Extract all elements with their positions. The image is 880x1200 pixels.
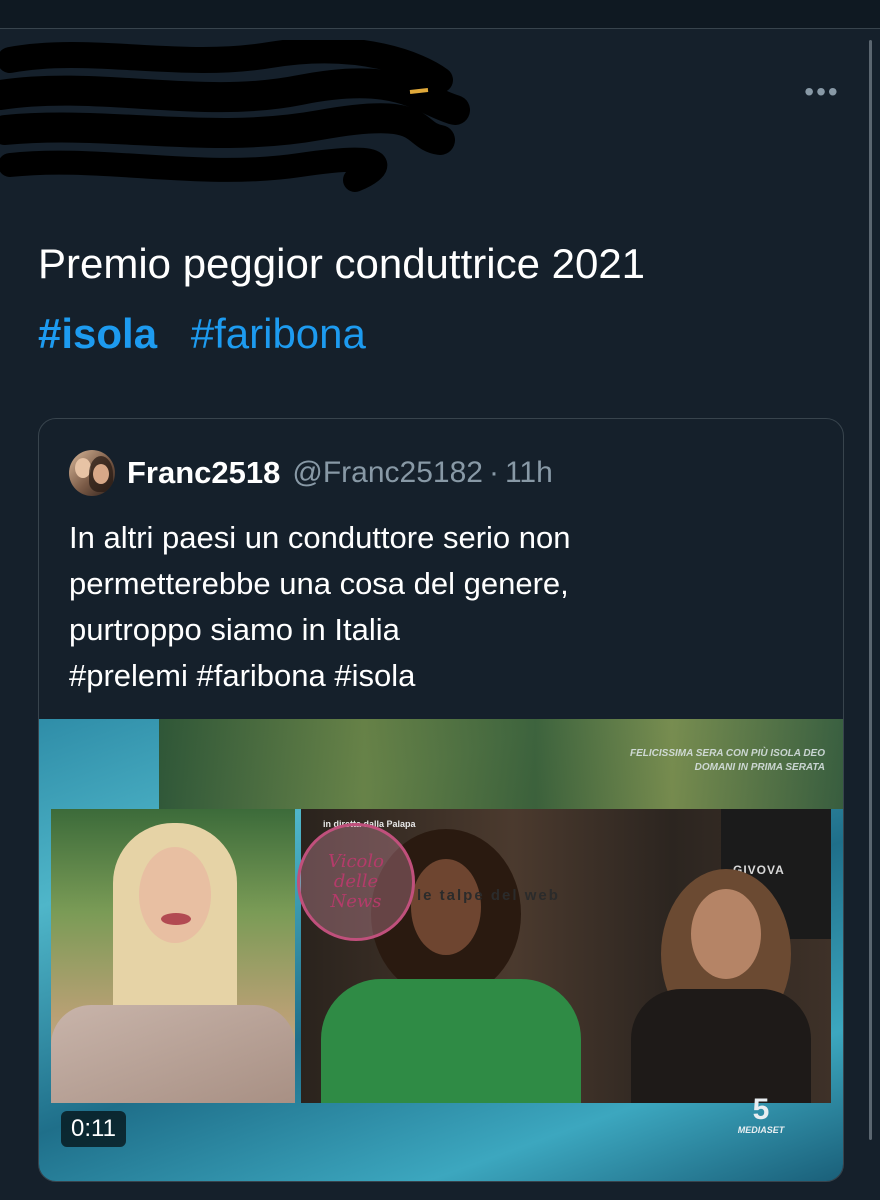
video-duration-badge: 0:11 — [61, 1111, 126, 1147]
channel-brand: MEDIASET — [737, 1125, 785, 1135]
more-horizontal-icon: ••• — [804, 76, 840, 107]
quoted-display-name[interactable]: Franc2518 — [127, 455, 280, 491]
hashtag-link[interactable]: #faribona — [191, 310, 366, 357]
hashtag-link[interactable]: #isola — [38, 310, 157, 357]
video-panel-host — [51, 809, 295, 1103]
scrollbar[interactable] — [869, 40, 872, 1140]
video-overlay-caption: FELICISSIMA SERA CON PIÙ ISOLA DEO DOMAN… — [629, 748, 825, 773]
quoted-timestamp[interactable]: 11h — [505, 456, 553, 490]
watermark-talpe-logo: le talpe del web — [417, 887, 560, 904]
quoted-tweet-text: In altri paesi un conduttore serio non p… — [69, 520, 571, 693]
quoted-tweet-header: Franc2518 @Franc25182 · 11h — [69, 449, 553, 497]
separator-dot: · — [488, 456, 499, 489]
more-options-button[interactable]: ••• — [798, 78, 846, 114]
tweet-hashtags: #isola #faribona — [38, 308, 388, 360]
redacted-author-scribble — [0, 40, 470, 192]
watermark-vicolo-logo: Vicolo delle News — [297, 823, 415, 941]
tweet-text: Premio peggior conduttrice 2021 — [38, 240, 646, 287]
channel-logo: 5 MEDIASET — [733, 1093, 789, 1136]
quoted-handle[interactable]: @Franc25182 — [292, 456, 483, 490]
avatar[interactable] — [69, 450, 115, 496]
quoted-tweet-card[interactable]: Franc2518 @Franc25182 · 11h In altri pae… — [38, 418, 844, 1182]
video-player[interactable]: FELICISSIMA SERA CON PIÙ ISOLA DEO DOMAN… — [39, 719, 843, 1181]
channel-number: 5 — [752, 1093, 770, 1126]
top-bar — [0, 0, 880, 29]
